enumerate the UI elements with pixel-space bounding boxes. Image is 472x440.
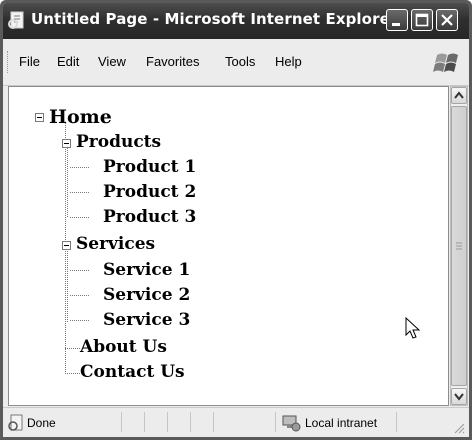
page-done-icon: [8, 414, 23, 431]
status-separator: [275, 412, 276, 432]
page-content: Home Products Product 1 Product 2 Produc…: [8, 86, 449, 406]
status-separator: [121, 412, 122, 432]
collapse-products-toggle[interactable]: [62, 139, 71, 148]
zone-text: Local intranet: [305, 416, 378, 430]
vertical-scrollbar[interactable]: [450, 86, 468, 406]
menu-file[interactable]: File: [19, 54, 40, 69]
tree-node-product-3[interactable]: Product 3: [103, 209, 196, 226]
menu-tools[interactable]: Tools: [225, 54, 255, 69]
tree-line: [67, 147, 68, 217]
tree-node-products[interactable]: Products: [76, 134, 161, 151]
status-text: Done: [27, 416, 56, 430]
collapse-services-toggle[interactable]: [62, 241, 71, 250]
window-title: Untitled Page - Microsoft Internet Explo…: [31, 10, 398, 28]
tree-line: [70, 167, 89, 168]
thumb-grip-icon: [456, 242, 462, 250]
collapse-home-toggle[interactable]: [35, 113, 44, 122]
menu-bar: File Edit View Favorites Tools Help: [3, 39, 469, 86]
maximize-button[interactable]: [411, 9, 433, 31]
menu-view[interactable]: View: [98, 54, 126, 69]
toolbar-grip[interactable]: [7, 51, 11, 73]
tree-node-service-2[interactable]: Service 2: [103, 287, 190, 304]
scroll-up-button[interactable]: [451, 87, 467, 104]
windows-flag-icon: [433, 53, 458, 72]
tree-node-home[interactable]: Home: [49, 108, 112, 127]
status-separator: [167, 412, 168, 432]
status-bar: Done Local intranet: [3, 407, 469, 437]
tree-node-services[interactable]: Services: [76, 236, 155, 253]
tree-line: [67, 249, 68, 322]
resize-grip-icon[interactable]: [453, 422, 465, 434]
tree-line: [70, 192, 89, 193]
chevron-down-icon: [454, 393, 464, 401]
tree-line: [65, 348, 80, 349]
tree-node-service-3[interactable]: Service 3: [103, 312, 190, 329]
tree-line: [70, 320, 89, 321]
tree-node-contact-us[interactable]: Contact Us: [80, 364, 185, 381]
tree-line: [70, 217, 89, 218]
menu-favorites[interactable]: Favorites: [146, 54, 199, 69]
tree-node-about-us[interactable]: About Us: [80, 339, 167, 356]
status-separator: [396, 412, 397, 432]
ie-page-icon: [8, 11, 24, 29]
mouse-pointer-icon: [405, 317, 421, 339]
status-separator: [144, 412, 145, 432]
menu-edit[interactable]: Edit: [57, 54, 79, 69]
close-button[interactable]: [436, 9, 458, 31]
tree-line: [65, 373, 80, 374]
tree-node-service-1[interactable]: Service 1: [103, 262, 190, 279]
tree-line: [70, 270, 89, 271]
browser-window: Untitled Page - Microsoft Internet Explo…: [0, 0, 472, 440]
status-separator: [213, 412, 214, 432]
intranet-icon: [282, 415, 301, 432]
title-bar[interactable]: Untitled Page - Microsoft Internet Explo…: [3, 3, 469, 39]
menu-help[interactable]: Help: [275, 54, 302, 69]
tree-node-product-2[interactable]: Product 2: [103, 184, 196, 201]
scroll-thumb[interactable]: [451, 106, 467, 386]
maximize-icon: [415, 13, 429, 27]
tree-node-product-1[interactable]: Product 1: [103, 159, 196, 176]
chevron-up-icon: [454, 91, 464, 99]
minimize-icon: [392, 23, 400, 26]
status-separator: [190, 412, 191, 432]
tree-line: [70, 295, 89, 296]
close-icon: [441, 14, 453, 26]
scroll-down-button[interactable]: [451, 388, 467, 405]
minimize-button[interactable]: [386, 9, 408, 31]
